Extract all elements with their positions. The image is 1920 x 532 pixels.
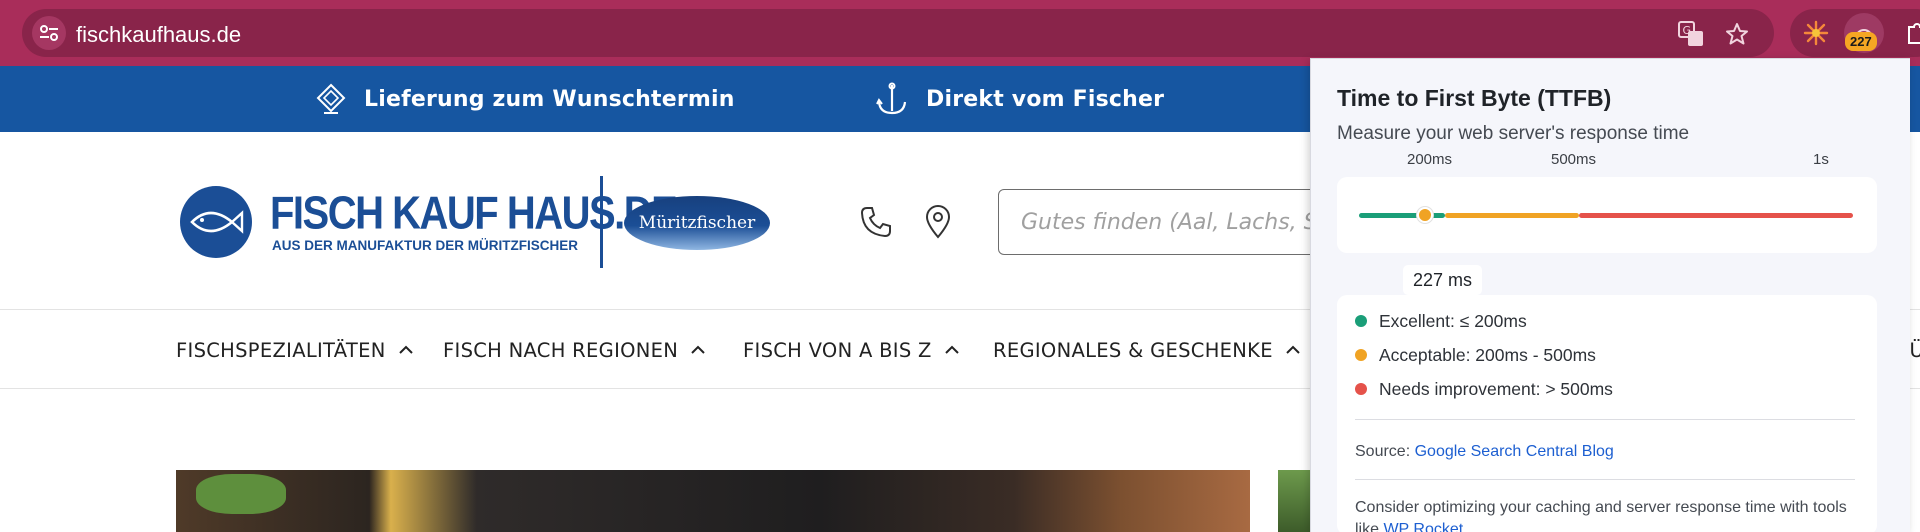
source-prefix: Source: [1355,443,1415,460]
popup-title: Time to First Byte (TTFB) [1337,85,1612,111]
advice-text: Consider optimizing your caching and ser… [1355,497,1865,532]
source-link[interactable]: Google Search Central Blog [1415,443,1614,460]
site-settings-icon[interactable] [32,16,66,50]
scale-segment-acceptable [1445,213,1579,218]
partner-logo-text: Müritzfischer [638,213,756,233]
legend-label: Needs improvement: > 500ms [1379,378,1613,399]
partner-logo[interactable]: Müritzfischer [624,196,770,250]
legend-dot-red [1355,383,1367,395]
chevron-up-icon [691,345,705,354]
hero-image [176,470,1250,532]
legend-acceptable: Acceptable: 200ms - 500ms [1355,343,1596,367]
logo-tagline: AUS DER MANUFAKTUR DER MÜRITZFISCHER [272,238,578,253]
legend-dot-green [1355,315,1367,327]
nav-label: FISCHSPEZIALITÄTEN [176,338,386,362]
legend-dot-orange [1355,349,1367,361]
bookmark-star-icon[interactable] [1724,21,1750,47]
legend-needs-improvement: Needs improvement: > 500ms [1355,377,1613,401]
translate-icon[interactable]: G [1678,21,1704,47]
hero-herbs [196,474,286,514]
legend-label: Acceptable: 200ms - 500ms [1379,344,1596,365]
wp-rocket-link[interactable]: WP Rocket [1383,521,1463,532]
anchor-icon [876,82,907,115]
address-bar[interactable]: fischkaufhaus.de G [22,9,1774,57]
nav-label: FISCH NACH REGIONEN [443,338,679,362]
url-text[interactable]: fischkaufhaus.de [76,22,241,48]
location-pin-icon[interactable] [920,204,956,240]
divider [1355,479,1855,480]
ttfb-value-marker [1417,207,1433,223]
chevron-up-icon [398,345,413,354]
promo-item-fisher: Direkt vom Fischer [876,66,1164,132]
ttfb-scale-card [1337,177,1877,253]
browser-toolbar: fischkaufhaus.de G 227 [0,0,1920,66]
nav-item-fisch-nach-regionen[interactable]: FISCH NACH REGIONEN [443,311,706,389]
promo-label: Direkt vom Fischer [926,86,1165,112]
scale-label-500ms: 500ms [1551,151,1597,168]
source-row: Source: Google Search Central Blog [1355,443,1614,461]
popup-subtitle: Measure your web server's response time [1337,123,1690,144]
nav-label: REGIONALES & GESCHENKE [993,338,1273,362]
logo-wordmark: FISCH KAUF HAUS.DE [270,188,678,239]
fish-logo-icon [180,186,252,258]
svg-text:G: G [1683,24,1692,37]
nav-item-fisch-von-a-bis-z[interactable]: FISCH VON A BIS Z [743,311,960,389]
legend-excellent: Excellent: ≤ 200ms [1355,309,1527,333]
advice-suffix: . [1463,521,1468,532]
search-input[interactable] [1021,190,1321,254]
nav-item-fischspezialitaeten[interactable]: FISCHSPEZIALITÄTEN [176,311,414,389]
extension-badge: 227 [1845,32,1877,51]
extension-sun-icon[interactable] [1796,13,1836,53]
site-logo[interactable]: FISCH KAUF HAUS.DE AUS DER MANUFAKTUR DE… [180,176,780,268]
scale-segment-needs-improvement [1579,213,1853,218]
promo-label: Lieferung zum Wunschtermin [364,86,735,112]
ttfb-extension-popup: Time to First Byte (TTFB) Measure your w… [1310,58,1910,532]
legend-card: Excellent: ≤ 200ms Acceptable: 200ms - 5… [1337,295,1877,532]
scale-label-200ms: 200ms [1407,151,1453,168]
nav-label: FISCH VON A BIS Z [743,338,932,362]
scale-label-1s: 1s [1813,151,1829,168]
nav-item-regionales-geschenke[interactable]: REGIONALES & GESCHENKE [993,311,1301,389]
diamond-calendar-icon [316,83,346,114]
legend-label: Excellent: ≤ 200ms [1379,310,1527,331]
phone-icon[interactable] [858,204,894,240]
chevron-up-icon [944,345,959,354]
chevron-up-icon [1286,345,1300,354]
divider [1355,419,1855,420]
promo-item-delivery: Lieferung zum Wunschtermin [316,66,735,132]
ttfb-value-label: 227 ms [1403,265,1483,295]
search-box[interactable] [998,189,1338,255]
logo-divider [600,176,603,268]
puzzle-icon[interactable] [1902,13,1920,53]
